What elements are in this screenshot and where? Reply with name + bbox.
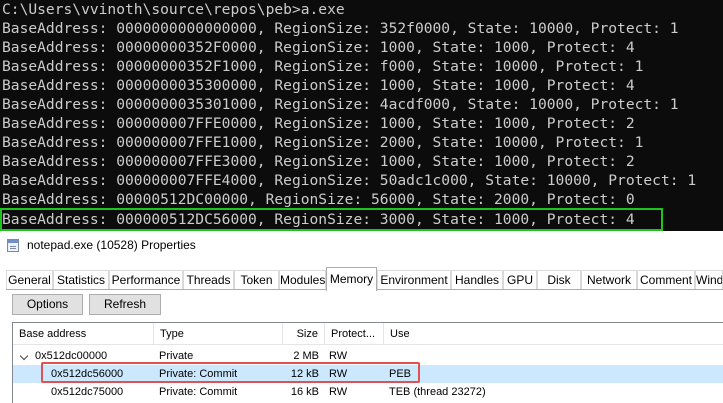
cell-type: Private: Commit: [159, 386, 238, 398]
tab-modules[interactable]: Modules: [279, 270, 326, 290]
tab-general[interactable]: General: [6, 270, 53, 290]
title-bar: notepad.exe (10528) Properties: [0, 231, 723, 259]
tab-performance[interactable]: Performance: [109, 270, 183, 290]
options-button[interactable]: Options: [12, 294, 83, 315]
console-line: BaseAddress: 000000007FFE1000, RegionSiz…: [2, 134, 644, 151]
console-line: BaseAddress: 0000000035300000, RegionSiz…: [2, 77, 635, 94]
tab-gpu[interactable]: GPU: [503, 270, 537, 290]
tab-strip: General Statistics Performance Threads T…: [6, 267, 723, 291]
tab-disk[interactable]: Disk: [537, 270, 581, 290]
tab-network[interactable]: Network: [581, 270, 637, 290]
tab-windows[interactable]: Windo: [695, 270, 723, 290]
console-line: BaseAddress: 000000007FFE4000, RegionSiz…: [2, 172, 697, 189]
tab-memory[interactable]: Memory: [326, 267, 377, 291]
chevron-down-icon[interactable]: [19, 351, 29, 361]
cell-base: 0x512dc75000: [51, 386, 124, 398]
cell-size: 16 kB: [290, 386, 319, 398]
tab-statistics[interactable]: Statistics: [53, 270, 109, 290]
peb-row-highlight-box: [41, 362, 420, 383]
memory-list-header: Base address Type Size Protect... Use: [13, 323, 723, 345]
console-highlight-box: [0, 208, 663, 231]
console-window[interactable]: C:\Users\vvinoth\source\repos\peb>a.exe …: [0, 0, 723, 231]
tab-token[interactable]: Token: [234, 270, 279, 290]
notepad-icon: [7, 239, 19, 252]
tab-handles[interactable]: Handles: [451, 270, 503, 290]
console-line: BaseAddress: 00000512DC00000, RegionSize…: [2, 191, 635, 208]
column-protect[interactable]: Protect...: [325, 323, 384, 345]
console-line: BaseAddress: 000000007FFE0000, RegionSiz…: [2, 115, 635, 132]
console-line: BaseAddress: 0000000000000000, RegionSiz…: [2, 20, 679, 37]
console-line: BaseAddress: 0000000035301000, RegionSiz…: [2, 96, 679, 113]
console-line: BaseAddress: 00000000352F1000, RegionSiz…: [2, 58, 644, 75]
cell-protect: RW: [329, 386, 348, 398]
column-base-address[interactable]: Base address: [13, 323, 154, 345]
console-line: BaseAddress: 000000007FFE3000, RegionSiz…: [2, 153, 635, 170]
window-title: notepad.exe (10528) Properties: [27, 238, 196, 252]
refresh-button[interactable]: Refresh: [89, 294, 161, 315]
tab-comment[interactable]: Comment: [637, 270, 695, 290]
table-row[interactable]: 0x512dc75000 Private: Commit 16 kB RW TE…: [13, 383, 723, 401]
tab-environment[interactable]: Environment: [377, 270, 451, 290]
column-type[interactable]: Type: [154, 323, 283, 345]
console-line-prompt: C:\Users\vvinoth\source\repos\peb>a.exe: [2, 1, 345, 18]
cell-use: TEB (thread 23272): [389, 386, 486, 398]
column-use[interactable]: Use: [384, 323, 723, 345]
console-line: BaseAddress: 00000000352F0000, RegionSiz…: [2, 39, 635, 56]
cell-use: [389, 347, 689, 365]
cell-use: PEB: [389, 368, 412, 380]
column-size[interactable]: Size: [283, 323, 325, 345]
tab-threads[interactable]: Threads: [183, 270, 234, 290]
